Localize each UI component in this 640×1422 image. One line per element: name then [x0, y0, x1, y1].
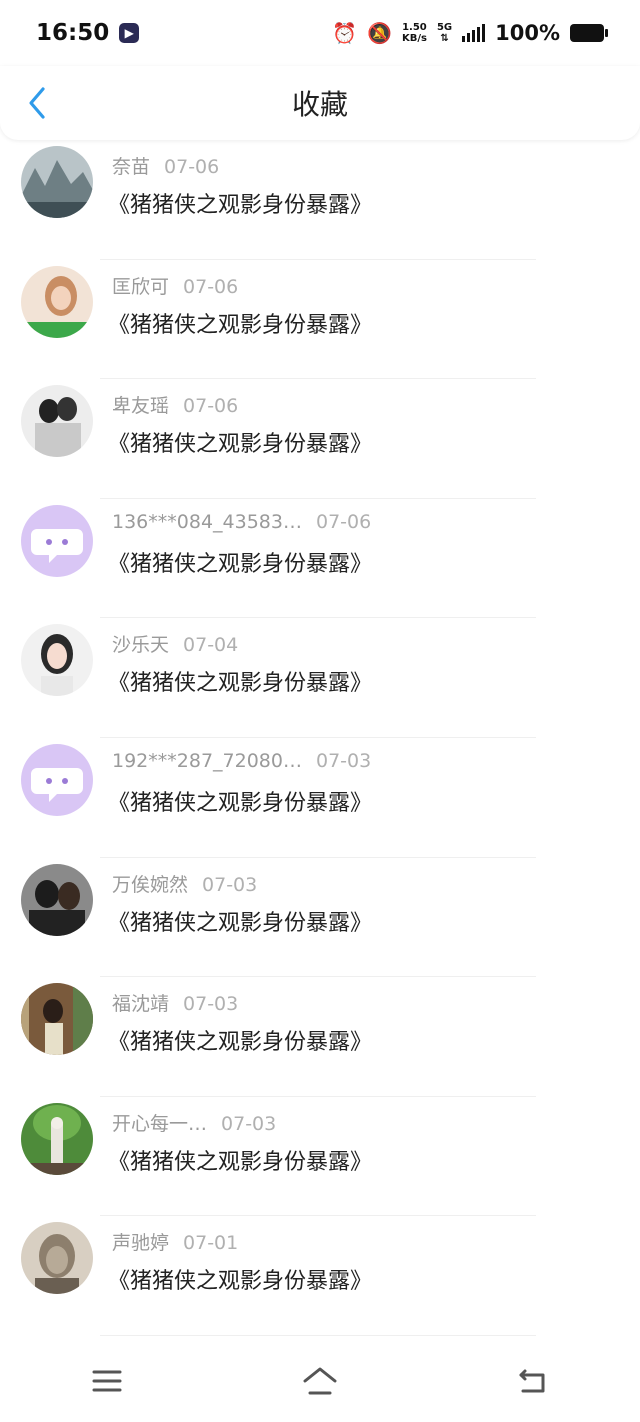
item-title: 《猪猪侠之观影身份暴露》 — [108, 1269, 373, 1295]
app-header: 收藏 — [0, 66, 640, 140]
system-nav-bar — [0, 1340, 640, 1422]
list-item[interactable]: 卑友瑶 07-06 《猪猪侠之观影身份暴露》 — [0, 379, 640, 499]
list-item[interactable]: 万俟婉然 07-03 《猪猪侠之观影身份暴露》 — [0, 858, 640, 978]
status-time: 16:50 — [36, 20, 110, 46]
user-name: 匡欣可 — [112, 275, 170, 298]
list-item[interactable]: 136***084_43583… 07-06 《猪猪侠之观影身份暴露》 — [0, 499, 640, 619]
avatar — [21, 146, 93, 218]
avatar — [21, 863, 93, 936]
divider — [100, 1334, 536, 1336]
user-name: 开心每一… — [112, 1112, 208, 1135]
user-name: 192***287_72080… — [112, 749, 302, 772]
list-item[interactable]: 192***287_72080… 07-03 《猪猪侠之观影身份暴露》 — [0, 738, 640, 858]
menu-icon — [92, 1370, 122, 1392]
item-date: 07-03 — [183, 993, 239, 1016]
item-title: 《猪猪侠之观影身份暴露》 — [108, 910, 373, 936]
item-title: 《猪猪侠之观影身份暴露》 — [108, 551, 373, 577]
home-icon — [303, 1367, 337, 1395]
item-date: 07-06 — [183, 275, 239, 298]
avatar — [21, 983, 93, 1056]
list-item[interactable]: 福沈靖 07-03 《猪猪侠之观影身份暴露》 — [0, 977, 640, 1097]
user-name: 声驰婷 — [112, 1232, 170, 1255]
return-icon — [519, 1369, 545, 1393]
list-item[interactable]: 奈苗 07-06 《猪猪侠之观影身份暴露》 — [0, 140, 640, 260]
mute-icon: 🔕 — [367, 21, 392, 45]
page-title: 收藏 — [291, 88, 348, 121]
item-title: 《猪猪侠之观影身份暴露》 — [108, 1149, 373, 1175]
net-speed: 1.50 KB/s — [401, 22, 427, 44]
default-avatar — [21, 504, 93, 577]
user-name: 沙乐天 — [112, 634, 170, 657]
battery-icon — [570, 24, 608, 42]
item-date: 07-06 — [164, 156, 220, 178]
item-date: 07-06 — [183, 395, 239, 418]
item-title: 《猪猪侠之观影身份暴露》 — [108, 671, 373, 697]
item-date: 07-03 — [202, 873, 258, 896]
item-title: 《猪猪侠之观影身份暴露》 — [108, 1030, 373, 1056]
avatar — [21, 1222, 93, 1295]
item-title: 《猪猪侠之观影身份暴露》 — [108, 432, 373, 458]
signal-icon — [462, 24, 486, 42]
app-notification-icon: ▶ — [119, 23, 140, 43]
user-name: 福沈靖 — [112, 993, 170, 1016]
avatar — [21, 385, 93, 458]
item-title: 《猪猪侠之观影身份暴露》 — [108, 790, 373, 816]
back-button[interactable] — [22, 84, 52, 122]
battery-percent: 100% — [495, 21, 560, 45]
back-nav-button[interactable] — [503, 1351, 563, 1411]
default-avatar — [21, 743, 93, 816]
avatar — [21, 624, 93, 697]
chevron-left-icon — [29, 87, 45, 119]
user-name: 卑友瑶 — [112, 395, 170, 418]
user-name: 136***084_43583… — [112, 510, 302, 533]
item-date: 07-04 — [183, 634, 239, 657]
item-date: 07-01 — [183, 1232, 239, 1255]
status-bar: 16:50 ▶ ⏰ 🔕 1.50 KB/s 5G ⇅ 100% — [0, 0, 640, 66]
user-name: 奈苗 — [112, 156, 151, 178]
network-type: 5G ⇅ — [436, 22, 453, 44]
favorites-list: 奈苗 07-06 《猪猪侠之观影身份暴露》 匡欣可 07-06 《猪猪侠之观影身份暴… — [0, 140, 640, 1336]
avatar — [21, 1102, 93, 1175]
list-item[interactable]: 匡欣可 07-06 《猪猪侠之观影身份暴露》 — [0, 260, 640, 380]
item-date: 07-03 — [315, 749, 372, 772]
item-title: 《猪猪侠之观影身份暴露》 — [108, 193, 373, 218]
user-name: 万俟婉然 — [112, 873, 189, 896]
item-date: 07-06 — [315, 510, 372, 533]
list-item[interactable]: 开心每一… 07-03 《猪猪侠之观影身份暴露》 — [0, 1097, 640, 1217]
avatar — [21, 265, 93, 338]
home-button[interactable] — [290, 1351, 350, 1411]
alarm-icon: ⏰ — [332, 21, 358, 45]
menu-button[interactable] — [77, 1351, 137, 1411]
item-date: 07-03 — [221, 1112, 277, 1135]
item-title: 《猪猪侠之观影身份暴露》 — [108, 312, 373, 338]
list-item[interactable]: 沙乐天 07-04 《猪猪侠之观影身份暴露》 — [0, 618, 640, 738]
list-item[interactable]: 声驰婷 07-01 《猪猪侠之观影身份暴露》 — [0, 1216, 640, 1336]
